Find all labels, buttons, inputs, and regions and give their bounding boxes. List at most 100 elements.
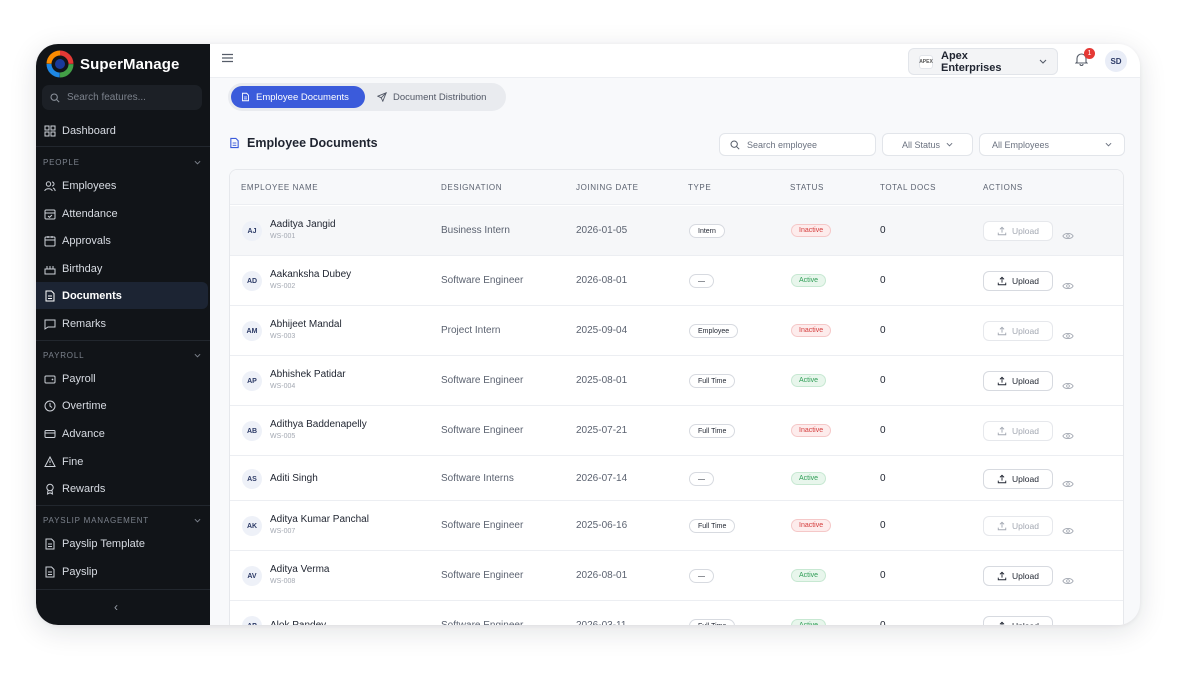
chevron-down-icon xyxy=(1039,59,1047,64)
section-payslip-management[interactable]: PAYSLIP MANAGEMENT xyxy=(43,513,201,527)
section-people[interactable]: PEOPLE xyxy=(43,155,201,169)
upload-label: Upload xyxy=(1012,376,1039,386)
joining-date: 2026-07-14 xyxy=(576,473,628,484)
cake-icon xyxy=(44,265,56,274)
employee-id: WS-007 xyxy=(270,528,296,535)
sidebar-item-rewards[interactable]: Rewards xyxy=(36,475,210,502)
tab-label: Employee Documents xyxy=(256,91,349,103)
sidebar-item-payroll[interactable]: Payroll xyxy=(36,365,210,392)
table-row[interactable]: AS Aditi Singh Software Interns 2026-07-14 —… xyxy=(230,456,1123,501)
column-header: TYPE xyxy=(688,183,712,192)
sidebar-item-employees[interactable]: Employees xyxy=(36,172,210,199)
total-docs: 0 xyxy=(880,325,886,336)
employee-id: WS-001 xyxy=(270,233,296,240)
employee-search[interactable] xyxy=(719,133,876,156)
view-button[interactable] xyxy=(1062,427,1074,445)
org-name: Apex Enterprises xyxy=(941,49,1002,74)
status-filter[interactable]: All Status xyxy=(882,133,973,156)
upload-button[interactable]: Upload xyxy=(983,616,1053,625)
brand-logo-icon xyxy=(46,50,74,78)
upload-button[interactable]: Upload xyxy=(983,371,1053,391)
users-icon xyxy=(44,180,56,191)
joining-date: 2025-09-04 xyxy=(576,325,628,336)
employee-name[interactable]: Aakanksha Dubey xyxy=(270,269,351,280)
feature-search-input[interactable] xyxy=(67,92,187,103)
upload-button[interactable]: Upload xyxy=(983,421,1053,441)
table-row[interactable]: AP Abhishek Patidar WS-004 Software Enginee… xyxy=(230,356,1123,406)
employee-avatar: AB xyxy=(242,421,262,441)
sidebar-item-birthday[interactable]: Birthday xyxy=(36,255,210,282)
section-payroll[interactable]: PAYROLL xyxy=(43,348,201,362)
employee-name[interactable]: Aditi Singh xyxy=(270,473,318,484)
joining-date: 2026-08-01 xyxy=(576,570,628,581)
feature-search[interactable] xyxy=(42,85,202,110)
view-button[interactable] xyxy=(1062,227,1074,245)
upload-button[interactable]: Upload xyxy=(983,516,1053,536)
wallet-icon xyxy=(44,375,56,383)
upload-button[interactable]: Upload xyxy=(983,271,1053,291)
sidebar-item-remarks[interactable]: Remarks xyxy=(36,310,210,337)
sidebar-item-dashboard[interactable]: Dashboard xyxy=(36,117,210,144)
employee-filter[interactable]: All Employees xyxy=(979,133,1125,156)
table-row[interactable]: AM Abhijeet Mandal WS-003 Project Intern 202… xyxy=(230,306,1123,356)
collapse-sidebar-button[interactable]: ‹ xyxy=(114,600,118,614)
table-row[interactable]: AJ Aaditya Jangid WS-001 Business Intern 202… xyxy=(230,206,1123,256)
view-button[interactable] xyxy=(1062,522,1074,540)
document-icon xyxy=(45,538,55,549)
tab-document-distribution[interactable]: Document Distribution xyxy=(367,86,503,108)
table-row[interactable]: AP Alok Pandey Software Engineer 2026-03-11… xyxy=(230,601,1123,625)
sidebar-item-label: Payslip Template xyxy=(62,537,145,550)
view-button[interactable] xyxy=(1062,327,1074,345)
sidebar-item-label: Employees xyxy=(62,179,117,192)
upload-button[interactable]: Upload xyxy=(983,221,1053,241)
employee-name[interactable]: Aaditya Jangid xyxy=(270,219,336,230)
table-row[interactable]: AB Adithya Baddenapelly WS-005 Software Eng… xyxy=(230,406,1123,456)
column-header: EMPLOYEE NAME xyxy=(241,183,319,192)
eye-icon xyxy=(1062,383,1074,389)
table-row[interactable]: AV Aditya Verma WS-008 Software Engineer 202… xyxy=(230,551,1123,601)
sidebar-item-overtime[interactable]: Overtime xyxy=(36,392,210,419)
view-button[interactable] xyxy=(1062,475,1074,493)
column-header: STATUS xyxy=(790,183,824,192)
employee-name[interactable]: Adithya Baddenapelly xyxy=(270,419,367,430)
document-icon xyxy=(230,137,239,149)
column-header: ACTIONS xyxy=(983,183,1023,192)
upload-button[interactable]: Upload xyxy=(983,321,1053,341)
organization-selector[interactable]: APEX Apex Enterprises xyxy=(908,48,1058,75)
view-button[interactable] xyxy=(1062,572,1074,590)
employee-name[interactable]: Abhishek Patidar xyxy=(270,369,346,380)
employee-name[interactable]: Abhijeet Mandal xyxy=(270,319,342,330)
view-button[interactable] xyxy=(1062,377,1074,395)
type-badge: — xyxy=(689,274,714,288)
menu-icon[interactable] xyxy=(222,53,233,63)
page-title: Employee Documents xyxy=(229,136,378,150)
designation: Project Intern xyxy=(441,325,501,336)
sidebar-item-label: Payslip xyxy=(62,565,98,578)
user-avatar[interactable]: SD xyxy=(1105,50,1127,72)
employee-name[interactable]: Aditya Kumar Panchal xyxy=(270,514,369,525)
employee-id: WS-004 xyxy=(270,383,296,390)
sidebar-item-documents[interactable]: Documents xyxy=(36,282,208,309)
view-button[interactable] xyxy=(1062,622,1074,625)
eye-icon xyxy=(1062,433,1074,439)
employee-name[interactable]: Alok Pandey xyxy=(270,620,326,625)
table-row[interactable]: AK Aditya Kumar Panchal WS-007 Software Eng… xyxy=(230,501,1123,551)
employee-search-input[interactable] xyxy=(747,139,857,150)
upload-button[interactable]: Upload xyxy=(983,469,1053,489)
sidebar-item-fine[interactable]: Fine xyxy=(36,448,210,475)
employee-name[interactable]: Aditya Verma xyxy=(270,564,329,575)
sidebar-item-payslip[interactable]: Payslip xyxy=(36,558,210,585)
view-button[interactable] xyxy=(1062,277,1074,295)
brand[interactable]: SuperManage xyxy=(46,48,179,80)
upload-icon xyxy=(997,426,1007,436)
sidebar-item-payslip-template[interactable]: Payslip Template xyxy=(36,530,210,557)
sidebar-item-approvals[interactable]: Approvals xyxy=(36,227,210,254)
employee-id: WS-008 xyxy=(270,578,296,585)
status-badge: Inactive xyxy=(791,224,832,237)
upload-button[interactable]: Upload xyxy=(983,566,1053,586)
table-row[interactable]: AD Aakanksha Dubey WS-002 Software Engineer… xyxy=(230,256,1123,306)
tab-employee-documents[interactable]: Employee Documents xyxy=(231,86,365,108)
sidebar-item-advance[interactable]: Advance xyxy=(36,420,210,447)
upload-label: Upload xyxy=(1012,474,1039,484)
sidebar-item-attendance[interactable]: Attendance xyxy=(36,200,210,227)
